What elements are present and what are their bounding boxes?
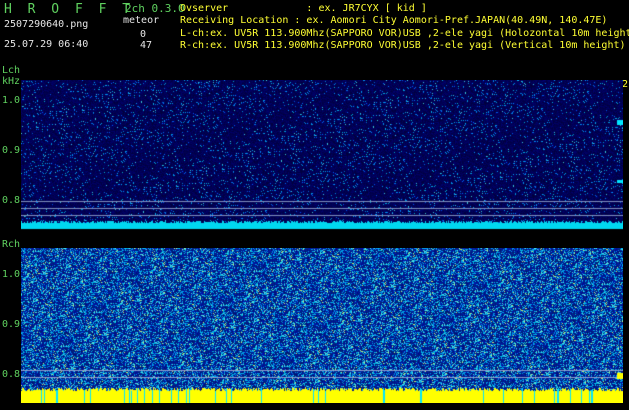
lch-ytick-2: 0.9 [2, 145, 21, 156]
meteor-count-r: 47 [140, 40, 153, 51]
lch-ytick-1: 1.0 [2, 95, 21, 106]
info-lch: L-ch:ex. UV5R 113.900Mhz(SAPPORO VOR)USB… [180, 28, 629, 39]
version: 2ch 0.3.0 [125, 2, 185, 15]
lch-label: Lch [2, 65, 21, 76]
meteor-count-l: 0 [140, 29, 147, 40]
rch-ytick-1: 1.0 [2, 269, 21, 280]
meteor-label: meteor [123, 15, 160, 26]
lch-unit-label: kHz [2, 76, 21, 87]
rch-label: Rch [2, 239, 21, 250]
rch-ytick-2: 0.9 [2, 319, 21, 330]
lch-spectrogram [21, 80, 623, 230]
datetime: 25.07.29 06:40 [4, 39, 89, 50]
filename: 2507290640.png [4, 19, 89, 30]
rch-ytick-3: 0.8 [2, 369, 21, 380]
info-rch: R-ch:ex. UV5R 113.900Mhz(SAPPORO VOR)USB… [180, 40, 626, 51]
rch-spectrogram [21, 248, 623, 403]
info-location: Receiving Location : ex. Aomori City Aom… [180, 15, 608, 26]
lch-ytick-3: 0.8 [2, 195, 21, 206]
header-title: H R O F F T [4, 2, 135, 17]
info-observer: Ovserver : ex. JR7CYX [ kid ] [180, 3, 427, 14]
